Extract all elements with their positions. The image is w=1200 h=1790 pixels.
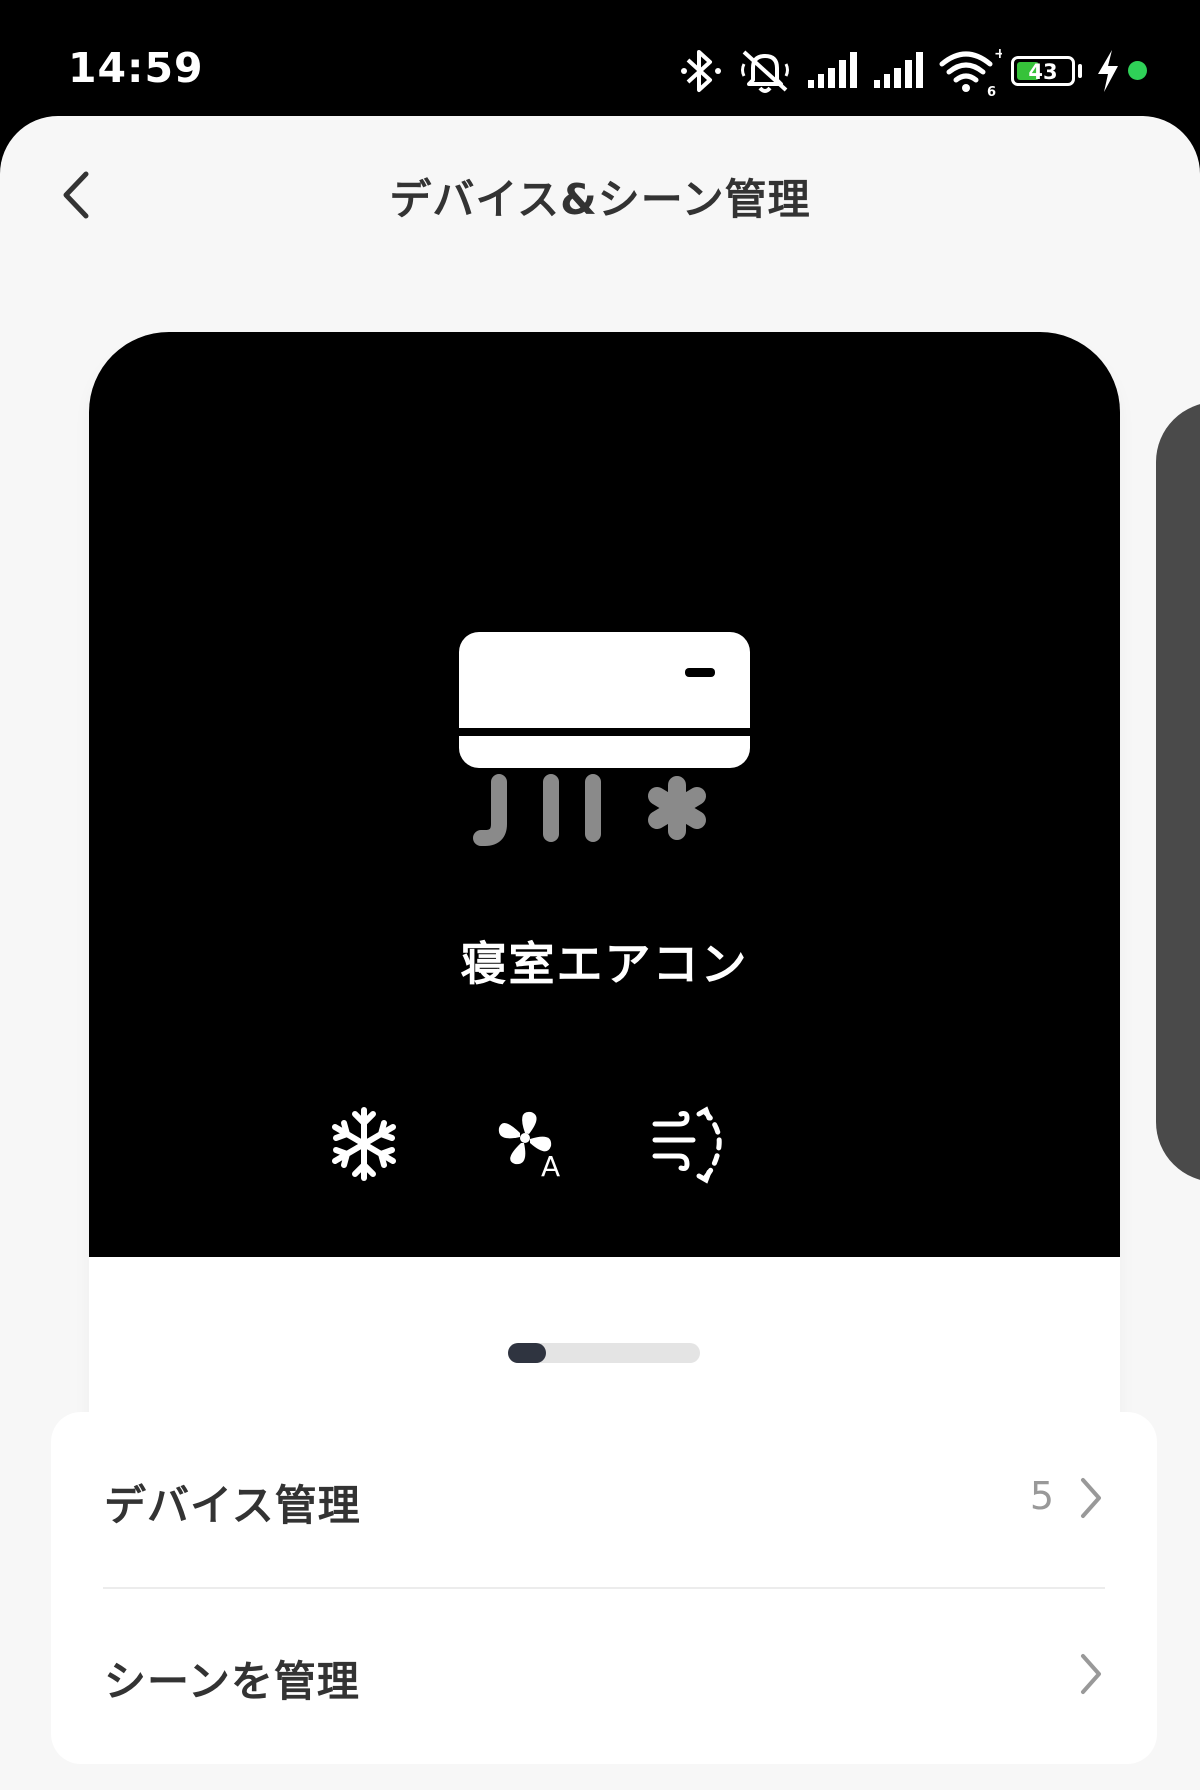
page-title: デバイス&シーン管理	[389, 175, 811, 224]
signal-icon	[874, 52, 923, 88]
air-conditioner-icon	[459, 632, 750, 846]
svg-text:6: 6	[987, 85, 996, 98]
device-management-row[interactable]: デバイス管理 5	[51, 1412, 1157, 1589]
screen: デバイス&シーン管理 寝室エアコン A デバイス管理 5 シーンを管理	[0, 116, 1200, 1790]
device-management-label: デバイス管理	[104, 1481, 361, 1530]
charging-icon	[1098, 50, 1118, 92]
scene-management-row[interactable]: シーンを管理	[51, 1588, 1157, 1764]
bluetooth-icon	[681, 50, 721, 92]
status-bar: 14:59 + 6 43	[0, 0, 1200, 116]
muted-bell-icon	[741, 50, 789, 93]
swing-airflow-icon[interactable]	[649, 1106, 729, 1184]
status-time: 14:59	[68, 44, 204, 92]
snowflake-icon[interactable]	[327, 1106, 401, 1182]
device-card[interactable]: 寝室エアコン A	[89, 332, 1120, 1468]
battery-cap	[1078, 64, 1082, 78]
pager-indicator	[508, 1343, 700, 1363]
chevron-right-icon	[1081, 1478, 1101, 1518]
chevron-right-icon	[1081, 1654, 1101, 1694]
svg-text:+: +	[994, 46, 1002, 62]
pager-current	[508, 1343, 546, 1363]
fan-auto-icon[interactable]: A	[495, 1106, 567, 1184]
status-dot-icon	[1128, 61, 1147, 80]
device-name: 寝室エアコン	[460, 937, 749, 991]
battery-level: 43	[1028, 60, 1058, 84]
management-menu: デバイス管理 5 シーンを管理	[51, 1412, 1157, 1764]
scene-management-label: シーンを管理	[104, 1657, 360, 1706]
signal-icon	[808, 52, 857, 88]
battery-icon: 43	[1011, 56, 1075, 86]
fan-auto-label: A	[541, 1150, 561, 1183]
device-card-body: 寝室エアコン A	[89, 332, 1120, 1257]
device-count: 5	[1029, 1474, 1054, 1518]
wifi-icon: + 6	[939, 46, 1002, 98]
next-device-card[interactable]	[1156, 402, 1200, 1182]
